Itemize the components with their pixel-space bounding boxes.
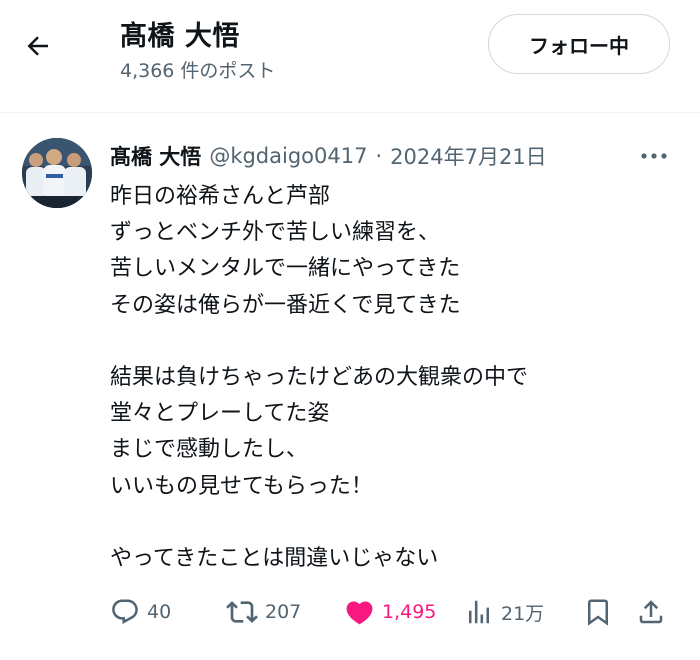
tweet-line bbox=[110, 324, 680, 360]
tweet-line: 堂々とプレーしてた姿 bbox=[110, 401, 330, 427]
avatar[interactable] bbox=[22, 138, 92, 208]
reply-button[interactable]: 40 bbox=[110, 590, 171, 634]
views-count: 21万 bbox=[501, 602, 545, 625]
header-divider bbox=[0, 112, 700, 113]
tweet-line: その姿は俺らが一番近くで見てきた bbox=[110, 292, 461, 318]
tweet-line: いいもの見せてもらった！ bbox=[110, 473, 373, 499]
tweet-line: 昨日の裕希さんと芦部 bbox=[110, 184, 331, 209]
heart-icon bbox=[346, 601, 373, 624]
profile-name: 髙橋 大悟 bbox=[120, 21, 240, 52]
tweet-line: 結果は負けちゃったけどあの大観衆の中で bbox=[110, 364, 529, 390]
share-button[interactable] bbox=[636, 590, 666, 634]
action-bar: 40 207 1,495 21万 bbox=[0, 590, 700, 634]
tweet-header: 髙橋 大悟 @kgdaigo0417 · 2024年7月21日 bbox=[110, 141, 547, 171]
author-handle[interactable]: @kgdaigo0417 bbox=[209, 144, 367, 168]
following-button[interactable]: フォロー中 bbox=[488, 14, 670, 74]
arrow-left-icon bbox=[27, 36, 48, 56]
tweet-line: ずっとベンチ外で苦しい練習を、 bbox=[110, 220, 441, 246]
author-name[interactable]: 髙橋 大悟 bbox=[110, 141, 201, 171]
more-button[interactable] bbox=[634, 142, 674, 170]
reply-count: 40 bbox=[147, 601, 172, 623]
repost-button[interactable]: 207 bbox=[226, 590, 301, 634]
tweet-line bbox=[110, 505, 680, 541]
more-dots-icon bbox=[641, 153, 667, 159]
bookmark-icon bbox=[588, 599, 608, 626]
views-icon bbox=[469, 600, 489, 624]
like-count: 1,495 bbox=[382, 601, 437, 623]
tweet-text: 昨日の裕希さんと芦部 ずっとベンチ外で苦しい練習を、 苦しいメンタルで一緒にやっ… bbox=[110, 179, 680, 577]
post-count: 4,366 件のポスト bbox=[120, 60, 276, 82]
separator-dot: · bbox=[375, 144, 383, 168]
back-button[interactable] bbox=[18, 26, 58, 66]
tweet-date[interactable]: 2024年7月21日 bbox=[390, 141, 547, 171]
repost-count: 207 bbox=[265, 601, 302, 623]
tweet-line: 苦しいメンタルで一緒にやってきた bbox=[110, 256, 461, 282]
reply-icon bbox=[112, 599, 138, 624]
share-icon bbox=[639, 600, 663, 624]
bookmark-button[interactable] bbox=[583, 590, 613, 634]
views-button[interactable]: 21万 bbox=[464, 590, 544, 634]
repost-icon bbox=[226, 601, 258, 623]
avatar-photo bbox=[22, 138, 92, 208]
tweet-line: やってきたことは間違いじゃない bbox=[110, 545, 439, 571]
like-button[interactable]: 1,495 bbox=[344, 590, 436, 634]
profile-header: 髙橋 大悟 4,366 件のポスト フォロー中 bbox=[0, 0, 700, 112]
tweet-line: まじで感動したし、 bbox=[110, 437, 309, 463]
